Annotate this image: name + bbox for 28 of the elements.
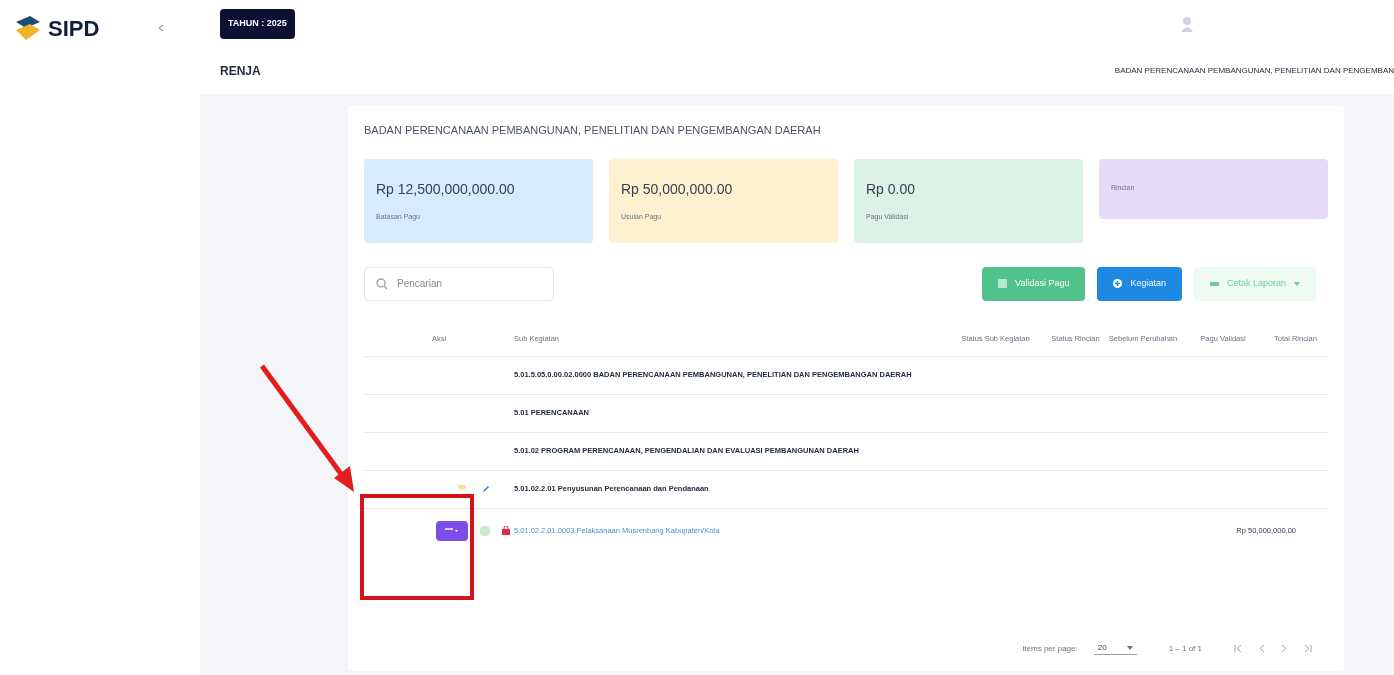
search-field[interactable]: Pencarian bbox=[364, 266, 554, 301]
list-icon bbox=[445, 527, 459, 534]
caret-icon bbox=[1126, 646, 1133, 650]
previous-page-icon[interactable] bbox=[1259, 644, 1265, 653]
pencil-icon[interactable] bbox=[482, 485, 490, 494]
last-page-icon[interactable] bbox=[1303, 644, 1312, 653]
menu-button[interactable] bbox=[436, 520, 468, 541]
chevron-left-icon[interactable] bbox=[158, 24, 164, 32]
module-title: RENJA bbox=[220, 63, 261, 80]
add-button[interactable]: Kegiatan bbox=[1097, 266, 1182, 301]
items-per-page-label: Items per page: bbox=[1022, 642, 1078, 655]
page-size-select[interactable]: 20 bbox=[1093, 642, 1137, 655]
user-icon[interactable] bbox=[1180, 16, 1194, 32]
agency-name: BADAN PERENCANAAN PEMBANGUNAN, PENELITIAN DAN PENGEMBAN bbox=[1114, 65, 1394, 77]
summary-value: Rp 0.00 bbox=[866, 179, 917, 199]
next-page-icon[interactable] bbox=[1281, 644, 1287, 653]
validate-button[interactable]: Validasi Pagu bbox=[982, 266, 1086, 301]
year-badge[interactable]: TAHUN : 2025 bbox=[220, 9, 295, 39]
logo-text: SIPD bbox=[48, 14, 100, 43]
first-page-icon[interactable] bbox=[1234, 644, 1243, 653]
page-range: 1 – 1 of 1 bbox=[1168, 642, 1202, 655]
card-title: BADAN PERENCANAAN PEMBANGUNAN, PENELITIAN DAN PENGEMBANGAN DAERAH bbox=[364, 123, 822, 138]
search-icon bbox=[376, 277, 388, 290]
lock-icon[interactable] bbox=[502, 526, 510, 536]
summary-value: Rp 50,000,000.00 bbox=[621, 179, 734, 199]
summary-value: Rp 12,500,000,000.00 bbox=[376, 179, 516, 199]
plus-circle-icon bbox=[1113, 279, 1123, 288]
caret-icon bbox=[1294, 281, 1300, 286]
